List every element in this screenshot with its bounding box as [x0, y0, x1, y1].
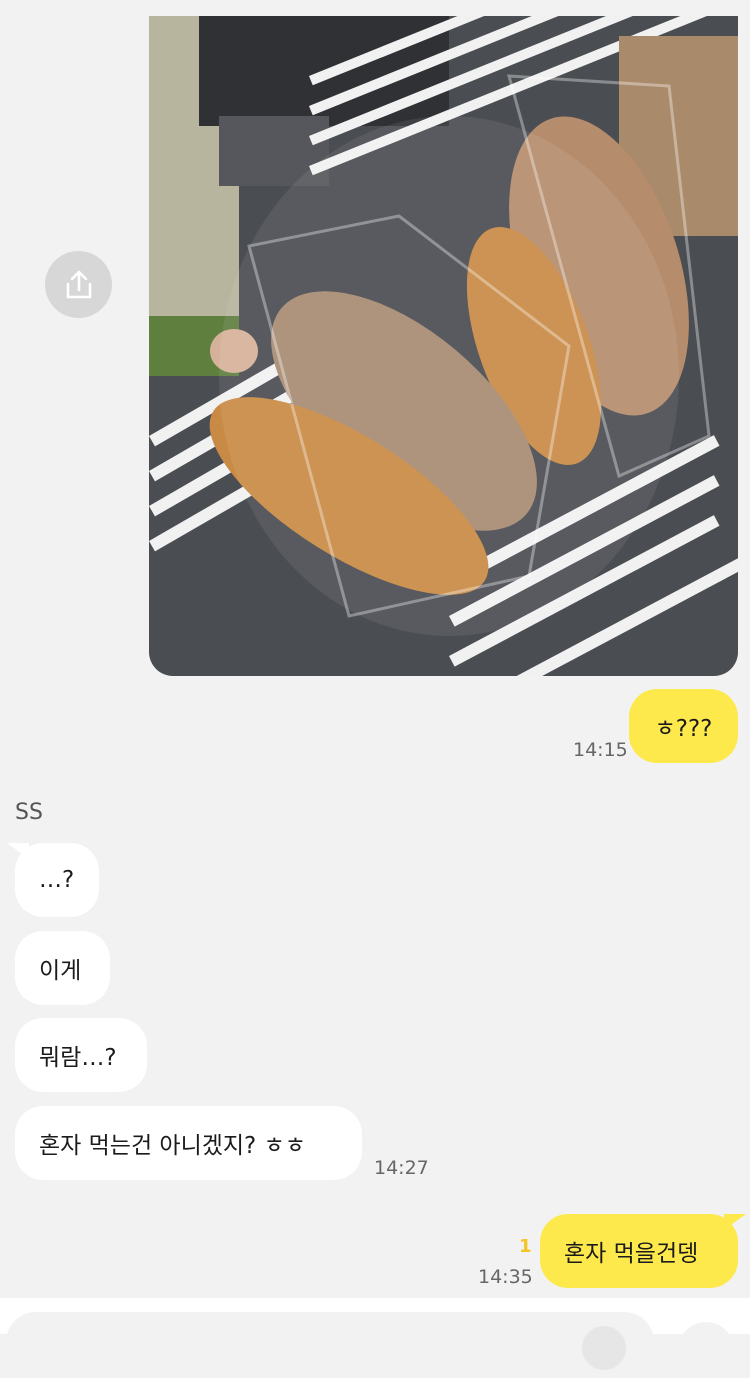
my-message-bubble[interactable]: ㅎ???: [629, 689, 738, 763]
message-time: 14:35: [478, 1266, 533, 1288]
send-button[interactable]: [678, 1322, 734, 1378]
bubble-tail: [7, 843, 29, 859]
message-text: ㅎ???: [654, 716, 713, 742]
their-message-bubble[interactable]: 이게: [15, 931, 110, 1005]
my-message-bubble[interactable]: 혼자 먹을건뎅: [540, 1214, 746, 1288]
emoji-button[interactable]: [582, 1326, 626, 1370]
message-text: 혼자 먹을건뎅: [564, 1241, 699, 1267]
message-input-bar: [0, 1298, 750, 1378]
unread-count: 1: [519, 1236, 532, 1257]
share-icon: [66, 270, 91, 298]
message-text: 혼자 먹는건 아니겠지? ㅎㅎ: [39, 1133, 306, 1159]
bubble-tail: [724, 1214, 746, 1230]
share-button[interactable]: [45, 251, 112, 318]
their-message-bubble[interactable]: 뭐람…?: [15, 1018, 147, 1092]
bread-photo-illustration: [149, 16, 738, 676]
sender-name: SS: [15, 800, 43, 825]
their-message-bubble[interactable]: 혼자 먹는건 아니겠지? ㅎㅎ: [15, 1106, 362, 1180]
message-input[interactable]: [6, 1312, 654, 1372]
message-time: 14:27: [374, 1157, 429, 1179]
message-text: …?: [39, 867, 75, 893]
their-message-bubble[interactable]: …?: [7, 843, 99, 917]
message-text: 이게: [39, 958, 82, 984]
message-time: 14:15: [573, 739, 628, 761]
shared-photo[interactable]: [149, 16, 738, 676]
message-text: 뭐람…?: [39, 1045, 117, 1071]
